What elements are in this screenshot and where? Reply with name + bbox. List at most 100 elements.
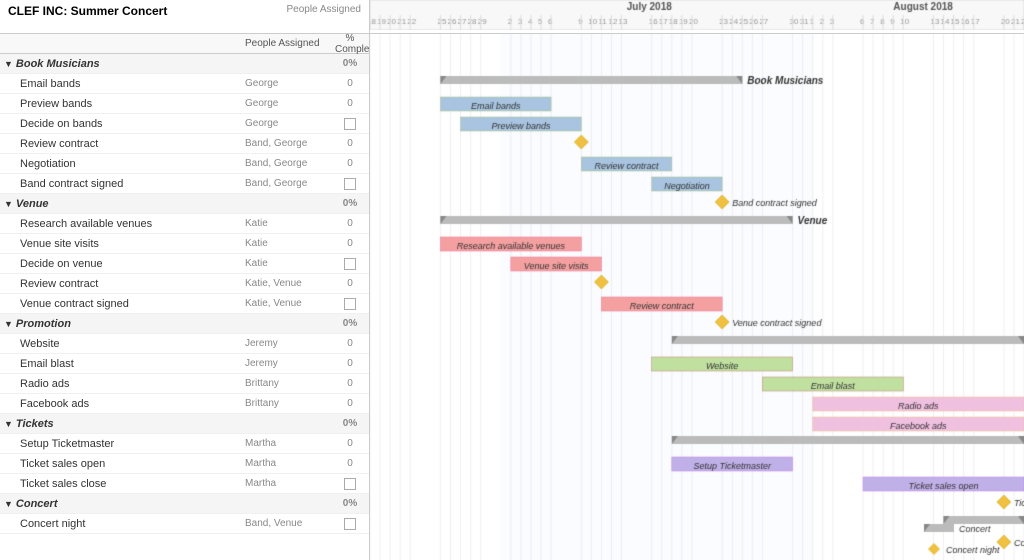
task-assigned: Brittany xyxy=(245,398,335,409)
task-row: Review contractKatie, Venue0 xyxy=(0,274,369,294)
task-assigned: Katie, Venue xyxy=(245,278,335,289)
task-row: Email blastJeremy0 xyxy=(0,354,369,374)
group-row: ▼Book Musicians0% xyxy=(0,54,369,74)
task-assigned: Brittany xyxy=(245,378,335,389)
group-row: ▼Tickets0% xyxy=(0,414,369,434)
group-complete: 0% xyxy=(335,198,365,209)
task-complete: 0 xyxy=(335,398,365,409)
gantt-header xyxy=(370,0,1024,33)
task-complete xyxy=(335,178,365,190)
task-row: Setup TicketmasterMartha0 xyxy=(0,434,369,454)
task-row: WebsiteJeremy0 xyxy=(0,334,369,354)
task-name: Venue site visits xyxy=(20,238,245,250)
task-name: Decide on bands xyxy=(20,118,245,130)
task-complete xyxy=(335,518,365,530)
task-row: Radio adsBrittany0 xyxy=(0,374,369,394)
task-complete xyxy=(335,258,365,270)
group-complete: 0% xyxy=(335,418,365,429)
task-complete: 0 xyxy=(335,378,365,389)
group-name: ▼Concert xyxy=(4,498,335,510)
task-row: Decide on venueKatie xyxy=(0,254,369,274)
task-assigned: Band, George xyxy=(245,158,335,169)
people-col-label: People Assigned xyxy=(286,4,361,15)
task-complete: 0 xyxy=(335,98,365,109)
group-complete: 0% xyxy=(335,498,365,509)
task-row: Ticket sales openMartha0 xyxy=(0,454,369,474)
group-name: ▼Book Musicians xyxy=(4,58,335,70)
task-assigned: Jeremy xyxy=(245,338,335,349)
task-row: Venue site visitsKatie0 xyxy=(0,234,369,254)
task-row: Email bandsGeorge0 xyxy=(0,74,369,94)
project-title: CLEF INC: Summer Concert People Assigned xyxy=(0,0,370,33)
task-assigned: Band, George xyxy=(245,178,335,189)
gantt-header-canvas xyxy=(370,0,1024,30)
task-row: Band contract signedBand, George xyxy=(0,174,369,194)
task-name: Negotiation xyxy=(20,158,245,170)
task-name: Preview bands xyxy=(20,98,245,110)
task-complete xyxy=(335,298,365,310)
task-name: Ticket sales open xyxy=(20,458,245,470)
gantt-body-canvas xyxy=(370,34,1024,560)
task-name: Facebook ads xyxy=(20,398,245,410)
task-row: Decide on bandsGeorge xyxy=(0,114,369,134)
group-name: ▼Tickets xyxy=(4,418,335,430)
task-assigned: Katie xyxy=(245,218,335,229)
task-assigned: Martha xyxy=(245,438,335,449)
app-container: CLEF INC: Summer Concert People Assigned… xyxy=(0,0,1024,560)
task-complete: 0 xyxy=(335,338,365,349)
task-assigned: George xyxy=(245,118,335,129)
task-assigned: George xyxy=(245,78,335,89)
task-assigned: Katie xyxy=(245,258,335,269)
assigned-col-header: People Assigned xyxy=(245,38,335,49)
task-complete: 0 xyxy=(335,458,365,469)
complete-col-header: % Complete xyxy=(335,34,365,55)
task-row: Venue contract signedKatie, Venue xyxy=(0,294,369,314)
task-complete: 0 xyxy=(335,358,365,369)
left-panel: People Assigned% Complete▼Book Musicians… xyxy=(0,34,370,560)
group-row: ▼Concert0% xyxy=(0,494,369,514)
task-row: Preview bandsGeorge0 xyxy=(0,94,369,114)
title-text: CLEF INC: Summer Concert xyxy=(8,4,167,18)
task-name: Review contract xyxy=(20,278,245,290)
task-complete: 0 xyxy=(335,278,365,289)
task-assigned: Katie, Venue xyxy=(245,298,335,309)
group-name: ▼Venue xyxy=(4,198,335,210)
task-name: Venue contract signed xyxy=(20,298,245,310)
gantt-body xyxy=(370,34,1024,560)
task-name: Setup Ticketmaster xyxy=(20,438,245,450)
task-row: NegotiationBand, George0 xyxy=(0,154,369,174)
task-name: Email blast xyxy=(20,358,245,370)
task-name: Website xyxy=(20,338,245,350)
task-assigned: Katie xyxy=(245,238,335,249)
task-name: Research available venues xyxy=(20,218,245,230)
task-name: Band contract signed xyxy=(20,178,245,190)
body-row: People Assigned% Complete▼Book Musicians… xyxy=(0,34,1024,560)
task-name: Decide on venue xyxy=(20,258,245,270)
task-row: Concert nightBand, Venue xyxy=(0,514,369,534)
task-row: Research available venuesKatie0 xyxy=(0,214,369,234)
group-row: ▼Promotion0% xyxy=(0,314,369,334)
task-complete: 0 xyxy=(335,438,365,449)
task-row: Facebook adsBrittany0 xyxy=(0,394,369,414)
group-complete: 0% xyxy=(335,318,365,329)
task-complete xyxy=(335,118,365,130)
task-name: Email bands xyxy=(20,78,245,90)
task-assigned: George xyxy=(245,98,335,109)
task-row: Ticket sales closeMartha xyxy=(0,474,369,494)
task-name: Review contract xyxy=(20,138,245,150)
task-complete: 0 xyxy=(335,238,365,249)
group-name: ▼Promotion xyxy=(4,318,335,330)
task-assigned: Jeremy xyxy=(245,358,335,369)
task-assigned: Band, Venue xyxy=(245,518,335,529)
task-complete xyxy=(335,478,365,490)
header-row: CLEF INC: Summer Concert People Assigned xyxy=(0,0,1024,34)
task-name: Radio ads xyxy=(20,378,245,390)
column-headers: People Assigned% Complete xyxy=(0,34,369,54)
task-complete: 0 xyxy=(335,218,365,229)
task-complete: 0 xyxy=(335,78,365,89)
task-complete: 0 xyxy=(335,138,365,149)
task-complete: 0 xyxy=(335,158,365,169)
task-assigned: Band, George xyxy=(245,138,335,149)
task-assigned: Martha xyxy=(245,478,335,489)
group-complete: 0% xyxy=(335,58,365,69)
